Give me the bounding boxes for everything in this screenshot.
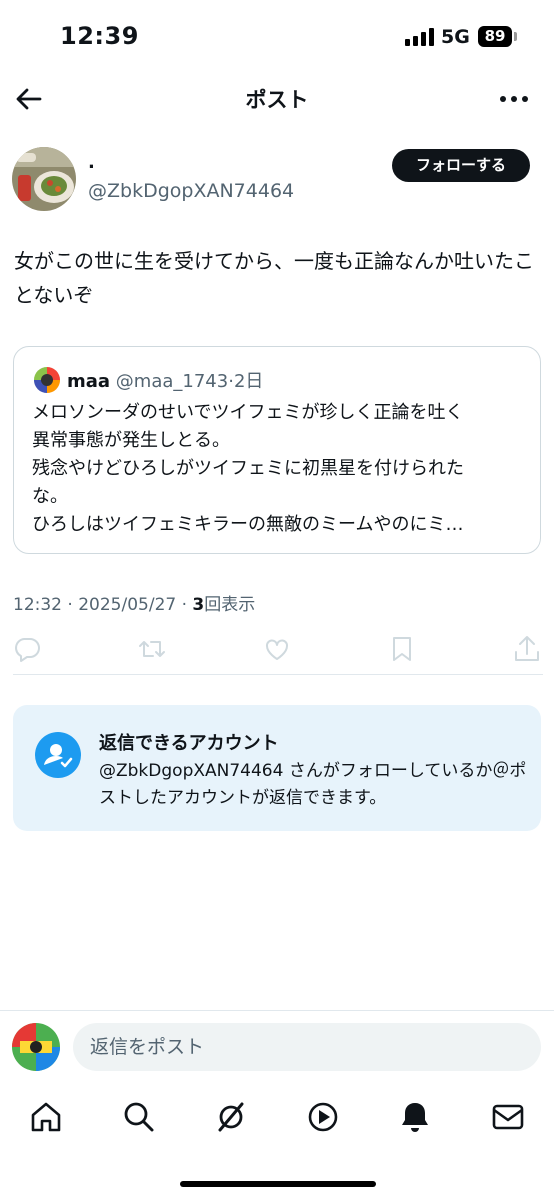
grok-icon[interactable] (214, 1100, 248, 1134)
current-user-avatar[interactable] (12, 1023, 60, 1071)
bookmark-icon[interactable] (387, 634, 417, 664)
quote-avatar (34, 367, 60, 393)
quote-text: メロソンーダのせいでツイフェミが珍しく正論を吐く 異常事態が発生しとる。 残念や… (32, 399, 530, 539)
battery-cap (514, 32, 517, 41)
post-header: ポスト (0, 72, 554, 126)
divider (13, 674, 543, 675)
post-time: 12:32 (13, 595, 62, 615)
quote-line: 異常事態が発生しとる。 (32, 430, 230, 451)
messages-icon[interactable] (491, 1100, 525, 1134)
author-avatar[interactable] (12, 147, 76, 211)
action-bar (0, 630, 554, 672)
post-meta: 12:32 · 2025/05/27 · 3回表示 (13, 595, 256, 615)
quote-line: メロソンーダのせいでツイフェミが珍しく正論を吐く (32, 402, 464, 423)
share-icon[interactable] (512, 634, 542, 664)
home-indicator[interactable] (180, 1181, 376, 1187)
quote-line: 残念やけどひろしがツイフェミに初黒星を付けられた (32, 458, 464, 479)
user-check-icon (35, 732, 81, 778)
video-icon[interactable] (306, 1100, 340, 1134)
quote-header: maa @maa_1743·2日 (67, 367, 263, 393)
follow-button[interactable]: フォローする (392, 149, 530, 182)
reply-restriction-title: 返信できるアカウント (99, 733, 279, 754)
quote-age: 2日 (233, 371, 264, 392)
post-text: 女がこの世に生を受けてから、一度も正論なんか吐いたことないぞ (14, 249, 534, 307)
status-time: 12:39 (60, 22, 139, 50)
quote-line: ひろしはツイフェミキラーの無敵のミームやのにミ… (32, 514, 464, 535)
author-name[interactable]: . (88, 152, 95, 173)
page-title: ポスト (245, 88, 309, 112)
quoted-post-card[interactable]: maa @maa_1743·2日 メロソンーダのせいでツイフェミが珍しく正論を吐… (13, 346, 541, 554)
reply-restriction-card: 返信できるアカウント @ZbkDgopXAN74464 さんがフォローしているか… (13, 705, 541, 831)
network-type: 5G (441, 26, 470, 48)
views-label: 回表示 (204, 595, 256, 615)
like-icon[interactable] (262, 634, 292, 664)
notifications-icon[interactable] (398, 1100, 432, 1134)
quote-line: な。 (32, 486, 68, 507)
tab-bar (0, 1090, 554, 1146)
quote-author-handle: @maa_1743 (115, 371, 229, 392)
ellipsis-icon[interactable] (498, 88, 530, 110)
signal-icon (405, 28, 434, 46)
repost-icon[interactable] (137, 634, 167, 664)
author-handle[interactable]: @ZbkDgopXAN74464 (88, 180, 294, 202)
reply-icon[interactable] (12, 634, 42, 664)
reply-restriction-body: @ZbkDgopXAN74464 さんがフォローしているか＠ポストしたアカウント… (99, 761, 527, 808)
post-date: 2025/05/27 (78, 595, 177, 615)
home-icon[interactable] (29, 1100, 63, 1134)
battery-icon: 89 (478, 26, 512, 47)
quote-author-name: maa (67, 371, 111, 392)
status-bar: 12:39 5G 89 (0, 0, 554, 72)
search-icon[interactable] (122, 1100, 156, 1134)
reply-input[interactable] (73, 1023, 541, 1071)
divider (0, 1010, 554, 1011)
views-count: 3 (192, 595, 205, 615)
